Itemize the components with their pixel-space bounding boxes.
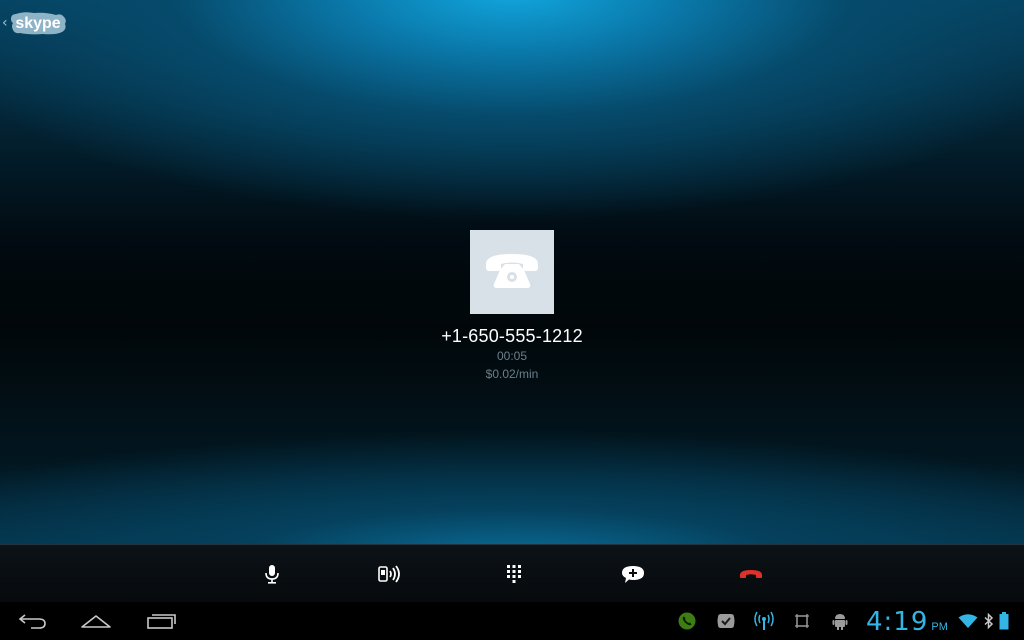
- hang-up-icon: [740, 569, 762, 578]
- dialpad-button[interactable]: [484, 545, 544, 602]
- back-chevron-icon: ‹: [2, 15, 8, 31]
- skype-notification-icon: [717, 614, 735, 628]
- android-debug-icon: [832, 614, 848, 630]
- call-duration: 00:05: [496, 349, 528, 363]
- skype-call-screen: ‹ skype +1-650-555-1212 00:05 $0.02/min: [0, 0, 1024, 640]
- skype-logo: skype: [10, 12, 66, 35]
- skype-home-button[interactable]: ‹ skype: [2, 9, 68, 37]
- end-call-button[interactable]: [721, 545, 781, 602]
- call-notification-icon: [678, 612, 696, 630]
- chat-add-icon: [622, 565, 644, 583]
- call-rate: $0.02/min: [485, 367, 539, 381]
- mute-button[interactable]: [242, 545, 302, 602]
- call-controls-bar: [0, 544, 1024, 602]
- system-bar: 4:19 PM: [0, 602, 1024, 640]
- speaker-button[interactable]: [360, 545, 420, 602]
- system-clock[interactable]: 4:19 PM: [866, 606, 948, 638]
- recent-apps-button[interactable]: [143, 602, 179, 640]
- battery-status: [998, 611, 1010, 631]
- back-icon: [18, 614, 46, 629]
- screenshot-icon: [795, 614, 809, 628]
- home-button[interactable]: [78, 602, 114, 640]
- back-button[interactable]: [14, 602, 50, 640]
- clock-time: 4:19: [866, 607, 929, 637]
- telephone-icon: [486, 254, 538, 288]
- skype-logo-text: skype: [15, 15, 60, 32]
- speakerphone-icon: [378, 564, 400, 583]
- caller-avatar: [470, 230, 554, 314]
- signal-broadcast-icon: [754, 611, 774, 630]
- call-notification[interactable]: [677, 611, 697, 631]
- recent-apps-icon: [147, 614, 176, 629]
- bluetooth-status: [983, 611, 995, 631]
- battery-icon: [999, 612, 1009, 630]
- skype-notification[interactable]: [716, 611, 736, 631]
- caller-number: +1-650-555-1212: [441, 326, 583, 346]
- wifi-icon: [958, 614, 978, 628]
- dialpad-icon: [507, 564, 521, 583]
- home-icon: [81, 615, 111, 628]
- microphone-icon: [265, 564, 279, 584]
- bluetooth-icon: [984, 613, 994, 629]
- chat-button[interactable]: [603, 545, 663, 602]
- screenshot-notification[interactable]: [793, 611, 811, 631]
- signal-broadcast[interactable]: [753, 611, 775, 631]
- clock-ampm: PM: [931, 621, 948, 633]
- android-debug-notification[interactable]: [831, 611, 849, 631]
- call-area: ‹ skype +1-650-555-1212 00:05 $0.02/min: [0, 0, 1024, 544]
- wifi-status: [957, 611, 979, 631]
